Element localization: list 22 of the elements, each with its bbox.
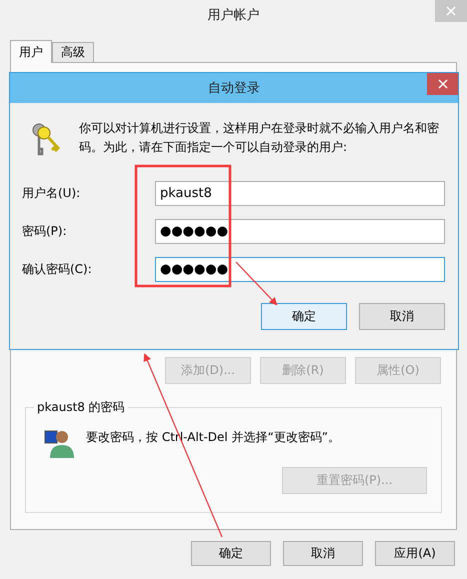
field-label: 确认密码(C): <box>22 261 93 278</box>
annotation-arrow <box>236 262 278 306</box>
input-field[interactable]: ●●●●●● <box>155 219 445 244</box>
dialog-button[interactable]: 应用(A) <box>375 541 455 566</box>
field-label: 用户名(U): <box>22 185 82 202</box>
keys-icon <box>30 121 62 157</box>
dialog-description: 你可以对计算机进行设置，这样用户在登录时就不必输入用户名和密码。为此，请在下面指定一个可以自动登录的用户: <box>79 120 440 156</box>
close-icon <box>446 6 456 16</box>
input-field[interactable]: pkaust8 <box>155 181 445 206</box>
field-label: 密码(P): <box>22 223 68 240</box>
dialog-button[interactable]: 确定 <box>191 541 271 566</box>
close-button[interactable] <box>427 73 458 95</box>
tab[interactable]: 高级 <box>52 42 94 62</box>
close-icon <box>438 79 448 89</box>
dialog-title: 自动登录 <box>208 80 260 97</box>
dialog-button[interactable]: 取消 <box>283 541 363 566</box>
input-field[interactable]: ●●●●●● <box>155 257 445 282</box>
tab[interactable]: 用户 <box>10 40 52 63</box>
dialog-button[interactable]: 取消 <box>359 303 445 330</box>
window-title: 用户帐户 <box>208 7 260 24</box>
dialog-button[interactable]: 确定 <box>261 303 347 330</box>
group-title: pkaust8 的密码 <box>34 399 128 416</box>
